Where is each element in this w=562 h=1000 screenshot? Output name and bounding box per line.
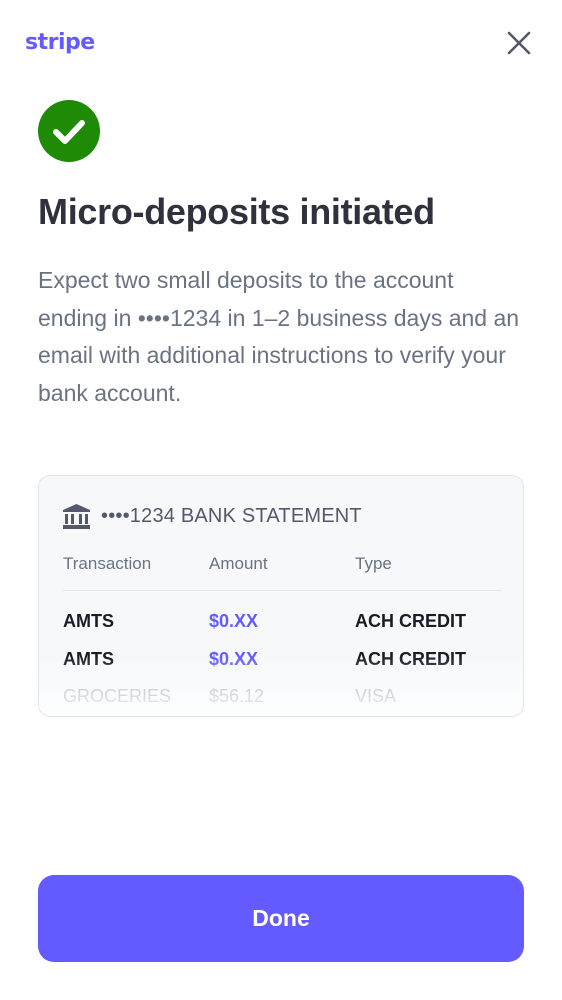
type-cell: VISA (355, 686, 397, 706)
table-row: AMTS $0.XX ACH CREDIT (63, 611, 501, 649)
statement-header: ••••1234 BANK STATEMENT (63, 504, 362, 529)
column-header-transaction: Transaction (63, 554, 152, 573)
column-header-type: Type (355, 554, 392, 573)
close-button[interactable] (506, 30, 532, 56)
amount-cell: $0.XX (209, 648, 259, 669)
micro-deposits-page: stripe Micro-deposits initiated Expect t… (0, 0, 562, 1000)
page-title: Micro-deposits initiated (38, 191, 435, 232)
description-text: Expect two small deposits to the account… (38, 267, 520, 406)
transactions-table: Transaction Amount Type AMTS $0.XX ACH C… (63, 552, 501, 716)
transaction-cell: AMTS (63, 648, 114, 669)
checkmark-circle-icon (38, 100, 100, 162)
type-cell: ACH CREDIT (355, 648, 466, 669)
type-cell: ACH CREDIT (355, 611, 466, 631)
transaction-cell: AMTS (63, 611, 114, 631)
bank-icon (63, 504, 90, 529)
header: stripe (25, 28, 532, 60)
table-row: GROCERIES $56.12 VISA (63, 686, 501, 716)
bank-statement-card: ••••1234 BANK STATEMENT Transaction Amou… (38, 475, 524, 717)
done-button[interactable]: Done (38, 875, 524, 962)
amount-cell: $0.XX (209, 611, 259, 631)
column-header-amount: Amount (209, 554, 268, 573)
table-row: AMTS $0.XX ACH CREDIT (63, 649, 501, 687)
table-body: AMTS $0.XX ACH CREDIT AMTS $0.XX ACH CRE… (63, 591, 501, 716)
table-header: Transaction Amount Type (63, 552, 501, 591)
transaction-cell: GROCERIES (63, 686, 172, 706)
stripe-logo: stripe (25, 30, 95, 55)
statement-title: ••••1234 BANK STATEMENT (101, 505, 362, 527)
amount-cell: $56.12 (209, 686, 265, 706)
close-icon (507, 31, 531, 55)
